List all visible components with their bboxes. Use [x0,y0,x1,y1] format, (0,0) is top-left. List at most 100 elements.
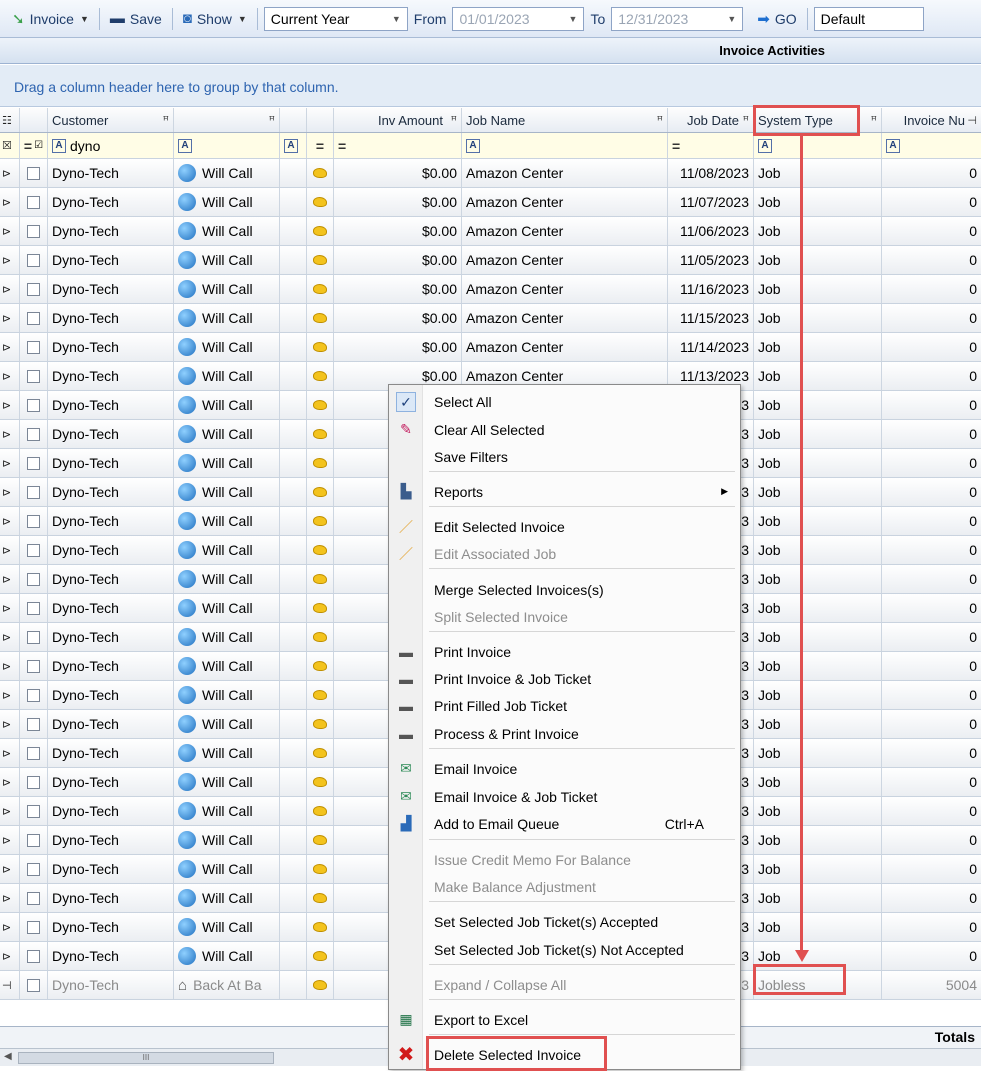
customer-cell[interactable]: Dyno-Tech [48,971,174,999]
customer-cell[interactable]: Dyno-Tech [48,884,174,912]
status-cell[interactable] [307,275,334,303]
customer-cell[interactable]: Dyno-Tech [48,710,174,738]
system-type-cell[interactable]: Job [754,275,882,303]
header-job-name[interactable]: Job Name ꟸ [462,108,668,132]
job-name-cell[interactable]: Amazon Center [462,159,668,187]
ship-method-cell[interactable]: Will Call [174,246,280,274]
pin-icon[interactable]: ꟸ [871,114,877,127]
ship-method-cell[interactable]: Will Call [174,681,280,709]
row-indicator[interactable]: ⊳ [0,739,20,767]
row-indicator[interactable]: ⊳ [0,681,20,709]
row-checkbox[interactable] [27,775,40,789]
row-indicator[interactable]: ⊳ [0,304,20,332]
row-checkbox[interactable] [27,514,40,528]
blank-cell[interactable] [280,159,307,187]
system-type-cell[interactable]: Job [754,478,882,506]
row-checkbox[interactable] [27,601,40,615]
menu-item-clear-all-selected[interactable]: ✎ Clear All Selected [389,416,742,443]
customer-cell[interactable]: Dyno-Tech [48,449,174,477]
ship-method-cell[interactable]: Will Call [174,420,280,448]
system-type-cell[interactable]: Job [754,391,882,419]
row-indicator[interactable]: ⊳ [0,449,20,477]
blank-cell[interactable] [280,420,307,448]
layout-select[interactable]: Default [813,6,924,31]
row-indicator[interactable]: ⊳ [0,797,20,825]
scroll-left-icon[interactable]: ◀ [4,1051,12,1062]
invoice-number-cell[interactable]: 0 [882,913,981,941]
menu-item-edit-selected-invoice[interactable]: ／ Edit Selected Invoice [389,513,742,540]
row-indicator[interactable]: ⊳ [0,536,20,564]
row-select-cell[interactable] [20,652,48,680]
ship-method-cell[interactable]: Will Call [174,449,280,477]
row-select-cell[interactable] [20,768,48,796]
row-checkbox[interactable] [27,195,40,209]
invoice-number-cell[interactable]: 5004 [882,971,981,999]
filter-system-type[interactable]: A [754,133,882,158]
invoice-number-cell[interactable]: 0 [882,159,981,187]
status-cell[interactable] [307,826,334,854]
inv-amount-cell[interactable]: $0.00 [334,246,462,274]
row-indicator[interactable]: ⊳ [0,188,20,216]
ship-method-cell[interactable]: Will Call [174,536,280,564]
status-cell[interactable] [307,942,334,970]
system-type-cell[interactable]: Job [754,449,882,477]
row-indicator[interactable]: ⊳ [0,913,20,941]
row-indicator[interactable]: ⊳ [0,159,20,187]
invoice-number-cell[interactable]: 0 [882,652,981,680]
filter-customer[interactable]: Adyno [48,133,174,158]
row-checkbox[interactable] [27,485,40,499]
system-type-cell[interactable]: Job [754,304,882,332]
table-row[interactable]: ⊳ Dyno-Tech Will Call $0.00 Amazon Center 11/… [0,304,981,333]
row-select-cell[interactable] [20,942,48,970]
row-select-cell[interactable] [20,246,48,274]
row-select-cell[interactable] [20,913,48,941]
ship-method-cell[interactable]: Will Call [174,275,280,303]
row-select-cell[interactable] [20,420,48,448]
job-name-cell[interactable]: Amazon Center [462,304,668,332]
row-select-cell[interactable] [20,884,48,912]
row-checkbox[interactable] [27,369,40,383]
row-indicator[interactable]: ⊳ [0,768,20,796]
system-type-cell[interactable]: Job [754,333,882,361]
ship-method-cell[interactable]: Will Call [174,797,280,825]
header-invoice-number[interactable]: Invoice Nu ⊣ [882,108,981,132]
customer-cell[interactable]: Dyno-Tech [48,304,174,332]
system-type-cell[interactable]: Job [754,884,882,912]
inv-amount-cell[interactable]: $0.00 [334,275,462,303]
system-type-cell[interactable]: Job [754,217,882,245]
row-checkbox[interactable] [27,920,40,934]
invoice-number-cell[interactable]: 0 [882,536,981,564]
blank-cell[interactable] [280,275,307,303]
customer-cell[interactable]: Dyno-Tech [48,855,174,883]
invoice-number-cell[interactable]: 0 [882,333,981,361]
header-job-date[interactable]: Job Date ꟸ [668,108,754,132]
filter-ship-method[interactable]: A [174,133,280,158]
job-date-cell[interactable]: 11/15/2023 [668,304,754,332]
blank-cell[interactable] [280,536,307,564]
invoice-number-cell[interactable]: 0 [882,507,981,535]
show-menu-button[interactable]: ◙ Show ▼ [179,6,251,32]
row-indicator[interactable]: ⊳ [0,594,20,622]
row-checkbox[interactable] [27,543,40,557]
row-indicator[interactable]: ⊳ [0,623,20,651]
invoice-number-cell[interactable]: 0 [882,478,981,506]
menu-item-set-selected-job-ticket-s-accepted[interactable]: Set Selected Job Ticket(s) Accepted [389,908,742,935]
menu-item-reports[interactable]: ▙ Reports ▶ [389,478,742,505]
invoice-menu-button[interactable]: ➘ Invoice ▼ [8,6,93,32]
row-checkbox[interactable] [27,949,40,963]
table-row[interactable]: ⊳ Dyno-Tech Will Call $0.00 Amazon Center 11/… [0,275,981,304]
ship-method-cell[interactable]: Will Call [174,565,280,593]
blank-cell[interactable] [280,797,307,825]
customer-cell[interactable]: Dyno-Tech [48,652,174,680]
invoice-number-cell[interactable]: 0 [882,420,981,448]
blank-cell[interactable] [280,478,307,506]
menu-item-add-to-email-queue[interactable]: ▟ Add to Email Queue Ctrl+A [389,810,742,837]
table-row[interactable]: ⊳ Dyno-Tech Will Call $0.00 Amazon Center 11/… [0,159,981,188]
job-date-cell[interactable]: 11/08/2023 [668,159,754,187]
row-select-cell[interactable] [20,855,48,883]
row-select-cell[interactable] [20,565,48,593]
customer-cell[interactable]: Dyno-Tech [48,159,174,187]
table-row[interactable]: ⊳ Dyno-Tech Will Call $0.00 Amazon Center 11/… [0,217,981,246]
customer-cell[interactable]: Dyno-Tech [48,565,174,593]
customer-cell[interactable]: Dyno-Tech [48,797,174,825]
